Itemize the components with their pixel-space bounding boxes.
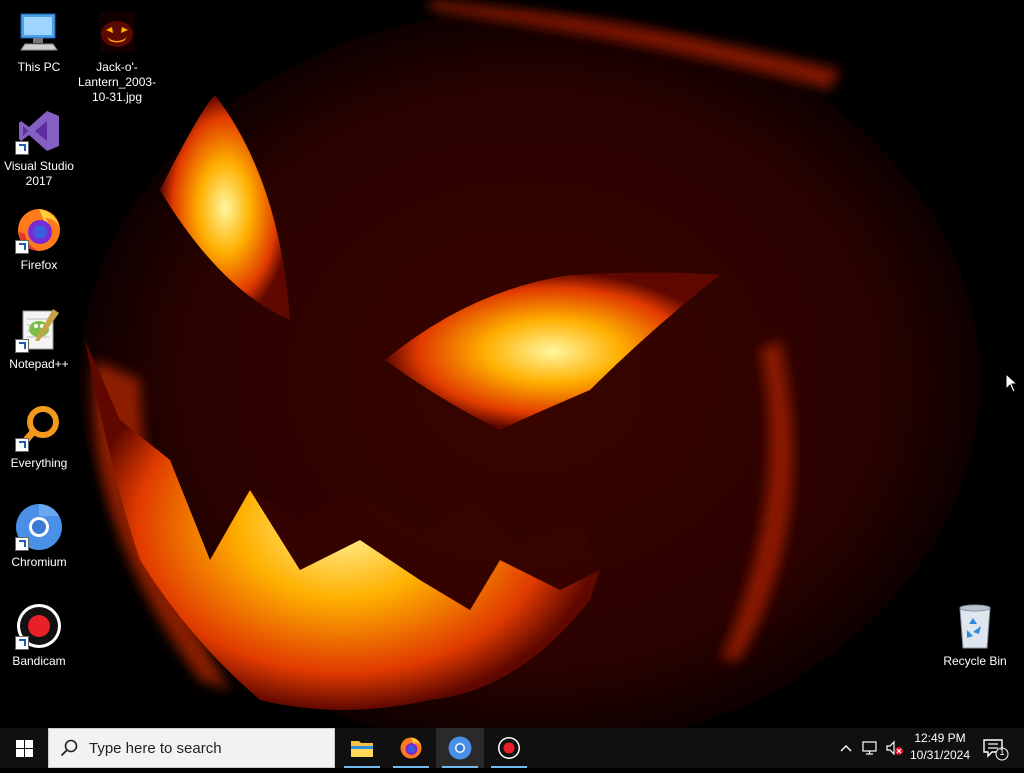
desktop-icon-label: Chromium xyxy=(11,555,67,569)
network-icon[interactable] xyxy=(862,740,878,756)
desktop-icon-firefox[interactable]: Firefox xyxy=(0,206,78,273)
desktop-icon-recycle-bin[interactable]: Recycle Bin xyxy=(936,602,1014,669)
volume-muted-icon[interactable] xyxy=(886,740,903,756)
desktop-icon-label: Notepad++ xyxy=(9,357,69,371)
desktop-icon-label: Bandicam xyxy=(12,654,66,668)
firefox-icon xyxy=(400,737,422,759)
shortcut-arrow-icon xyxy=(15,438,29,452)
desktop-icon-label: Jack-o'-Lantern_2003-10-31.jpg xyxy=(78,60,157,104)
desktop-icon-label: Firefox xyxy=(20,258,58,272)
desktop-icon-label: Recycle Bin xyxy=(943,654,1007,668)
taskbar: Type here to search 12:49 PM 10/31/2024 … xyxy=(0,728,1024,768)
search-placeholder: Type here to search xyxy=(89,739,222,757)
everything-search-icon xyxy=(15,404,63,452)
desktop-icon-chromium[interactable]: Chromium xyxy=(0,503,78,570)
clock-time: 12:49 PM xyxy=(914,731,966,745)
shortcut-arrow-icon xyxy=(15,339,29,353)
desktop-icon-notepadpp[interactable]: Notepad++ xyxy=(0,305,78,372)
notification-count-badge: 1 xyxy=(999,747,1005,757)
computer-icon xyxy=(15,8,63,56)
show-hidden-icons-chevron-up-icon[interactable] xyxy=(838,740,854,756)
notepadpp-icon xyxy=(15,305,63,353)
shortcut-arrow-icon xyxy=(15,240,29,254)
shortcut-arrow-icon xyxy=(15,636,29,650)
taskbar-app-file-explorer[interactable] xyxy=(338,728,386,768)
taskbar-clock[interactable]: 12:49 PM 10/31/2024 xyxy=(904,730,976,766)
desktop-icon-label: Visual Studio 2017 xyxy=(4,159,74,188)
taskbar-app-firefox[interactable] xyxy=(387,728,435,768)
chromium-icon xyxy=(448,736,472,760)
desktop-icon-label: Everything xyxy=(10,456,68,470)
bandicam-icon xyxy=(498,737,520,759)
shortcut-arrow-icon xyxy=(15,537,29,551)
folder-icon xyxy=(351,741,373,757)
clock-date: 10/31/2024 xyxy=(909,748,971,762)
desktop-wallpaper xyxy=(0,0,1024,728)
action-center-button[interactable]: 1 xyxy=(980,728,1024,768)
shortcut-arrow-icon xyxy=(15,141,29,155)
taskbar-app-chromium[interactable] xyxy=(436,728,484,768)
bandicam-icon xyxy=(15,602,63,650)
windows-logo-icon xyxy=(15,739,33,757)
search-icon xyxy=(49,728,89,768)
desktop-icon-image-file[interactable]: Jack-o'-Lantern_2003-10-31.jpg xyxy=(78,8,156,105)
mouse-cursor-icon xyxy=(1005,372,1019,398)
desktop-icon-this-pc[interactable]: This PC xyxy=(0,8,78,75)
desktop-icon-label: This PC xyxy=(17,60,61,74)
firefox-icon xyxy=(15,206,63,254)
recycle-bin-icon xyxy=(951,602,999,650)
taskbar-app-bandicam[interactable] xyxy=(485,728,533,768)
image-file-icon xyxy=(93,8,141,56)
visual-studio-icon xyxy=(15,107,63,155)
taskbar-search-box[interactable]: Type here to search xyxy=(48,728,335,768)
desktop-icon-visual-studio[interactable]: Visual Studio 2017 xyxy=(0,107,78,189)
chromium-icon xyxy=(15,503,63,551)
desktop-icon-everything[interactable]: Everything xyxy=(0,404,78,471)
desktop-icon-bandicam[interactable]: Bandicam xyxy=(0,602,78,669)
start-button[interactable] xyxy=(0,728,48,768)
